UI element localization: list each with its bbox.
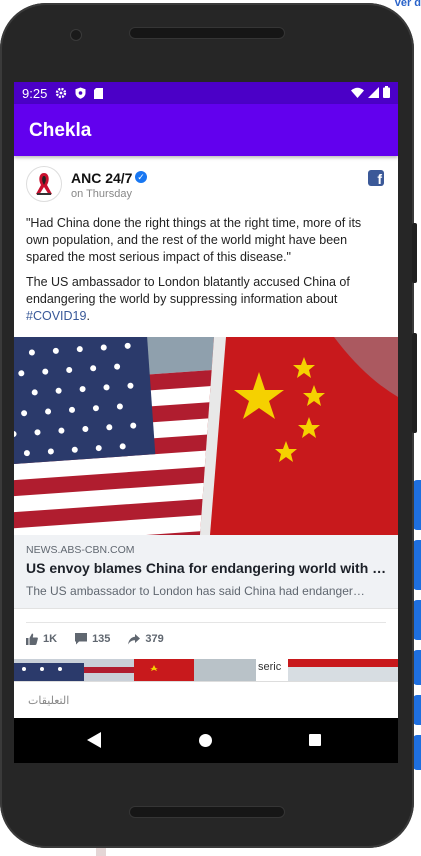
phone-screen: 9:25 Chekla ANC 24/7 ✓ on Thursday f "Ha…	[14, 82, 398, 763]
svg-text:seric: seric	[258, 661, 282, 673]
link-preview-description: The US ambassador to London has said Chi…	[26, 584, 365, 598]
wifi-icon	[351, 86, 364, 101]
post-body: The US ambassador to London blatantly ac…	[26, 274, 386, 325]
background-side-button[interactable]	[413, 695, 421, 725]
comments-count[interactable]: 135	[75, 633, 110, 645]
front-camera	[70, 29, 82, 41]
link-preview-image[interactable]	[14, 337, 398, 535]
background-side-button[interactable]	[413, 540, 421, 590]
post-timestamp: on Thursday	[71, 188, 132, 200]
comments-label: 135	[92, 633, 111, 645]
link-preview[interactable]: NEWS.ABS-CBN.COM US envoy blames China f…	[14, 535, 398, 609]
shield-icon	[75, 87, 86, 99]
thumbs-up-icon	[26, 633, 38, 645]
verified-badge-icon: ✓	[135, 171, 147, 183]
bottom-speaker	[129, 806, 285, 818]
background-side-button[interactable]	[413, 480, 421, 530]
gear-icon	[55, 87, 67, 99]
comment-icon	[75, 633, 88, 645]
next-post-preview[interactable]: seric	[14, 659, 398, 681]
navigation-bar	[14, 718, 398, 763]
stats-divider	[26, 622, 386, 623]
battery-icon	[383, 85, 390, 101]
signal-icon	[368, 86, 379, 101]
sd-card-icon	[94, 87, 104, 99]
shares-label: 379	[145, 633, 164, 645]
comments-input-placeholder[interactable]: التعليقات	[28, 694, 69, 707]
recents-icon[interactable]	[309, 734, 321, 746]
shares-count[interactable]: 379	[128, 633, 164, 645]
app-bar: Chekla	[14, 104, 398, 156]
background-side-button[interactable]	[413, 735, 421, 770]
home-icon[interactable]	[199, 734, 212, 747]
post-body-text: The US ambassador to London blatantly ac…	[26, 275, 350, 306]
link-preview-domain: NEWS.ABS-CBN.COM	[26, 544, 135, 556]
post-quote: "Had China done the right things at the …	[26, 216, 362, 264]
post-body-end: .	[86, 309, 90, 323]
status-bar: 9:25	[14, 82, 398, 104]
top-speaker	[129, 27, 285, 39]
link-preview-title[interactable]: US envoy blames China for endangering wo…	[26, 560, 388, 576]
back-icon[interactable]	[87, 732, 101, 753]
volume-button	[412, 223, 417, 283]
author-avatar[interactable]	[26, 166, 62, 202]
app-title: Chekla	[29, 120, 92, 141]
background-side-button[interactable]	[413, 600, 421, 640]
facebook-icon[interactable]: f	[368, 170, 384, 186]
phone-frame: 9:25 Chekla ANC 24/7 ✓ on Thursday f "Ha…	[0, 3, 417, 848]
background-link[interactable]: ver d	[395, 0, 421, 9]
likes-count[interactable]: 1K	[26, 633, 57, 645]
status-indicators	[351, 85, 390, 101]
author-name[interactable]: ANC 24/7	[71, 170, 132, 186]
status-time: 9:25	[22, 85, 48, 101]
comments-input-bar[interactable]: التعليقات	[14, 681, 398, 719]
post-stats: 1K 135 379	[26, 630, 182, 648]
power-button	[412, 333, 417, 433]
hashtag-link[interactable]: #COVID19	[26, 309, 86, 323]
background-side-button[interactable]	[413, 650, 421, 685]
post-card[interactable]: ANC 24/7 ✓ on Thursday f "Had China done…	[14, 156, 398, 681]
share-arrow-icon	[128, 633, 141, 645]
likes-label: 1K	[43, 633, 58, 645]
